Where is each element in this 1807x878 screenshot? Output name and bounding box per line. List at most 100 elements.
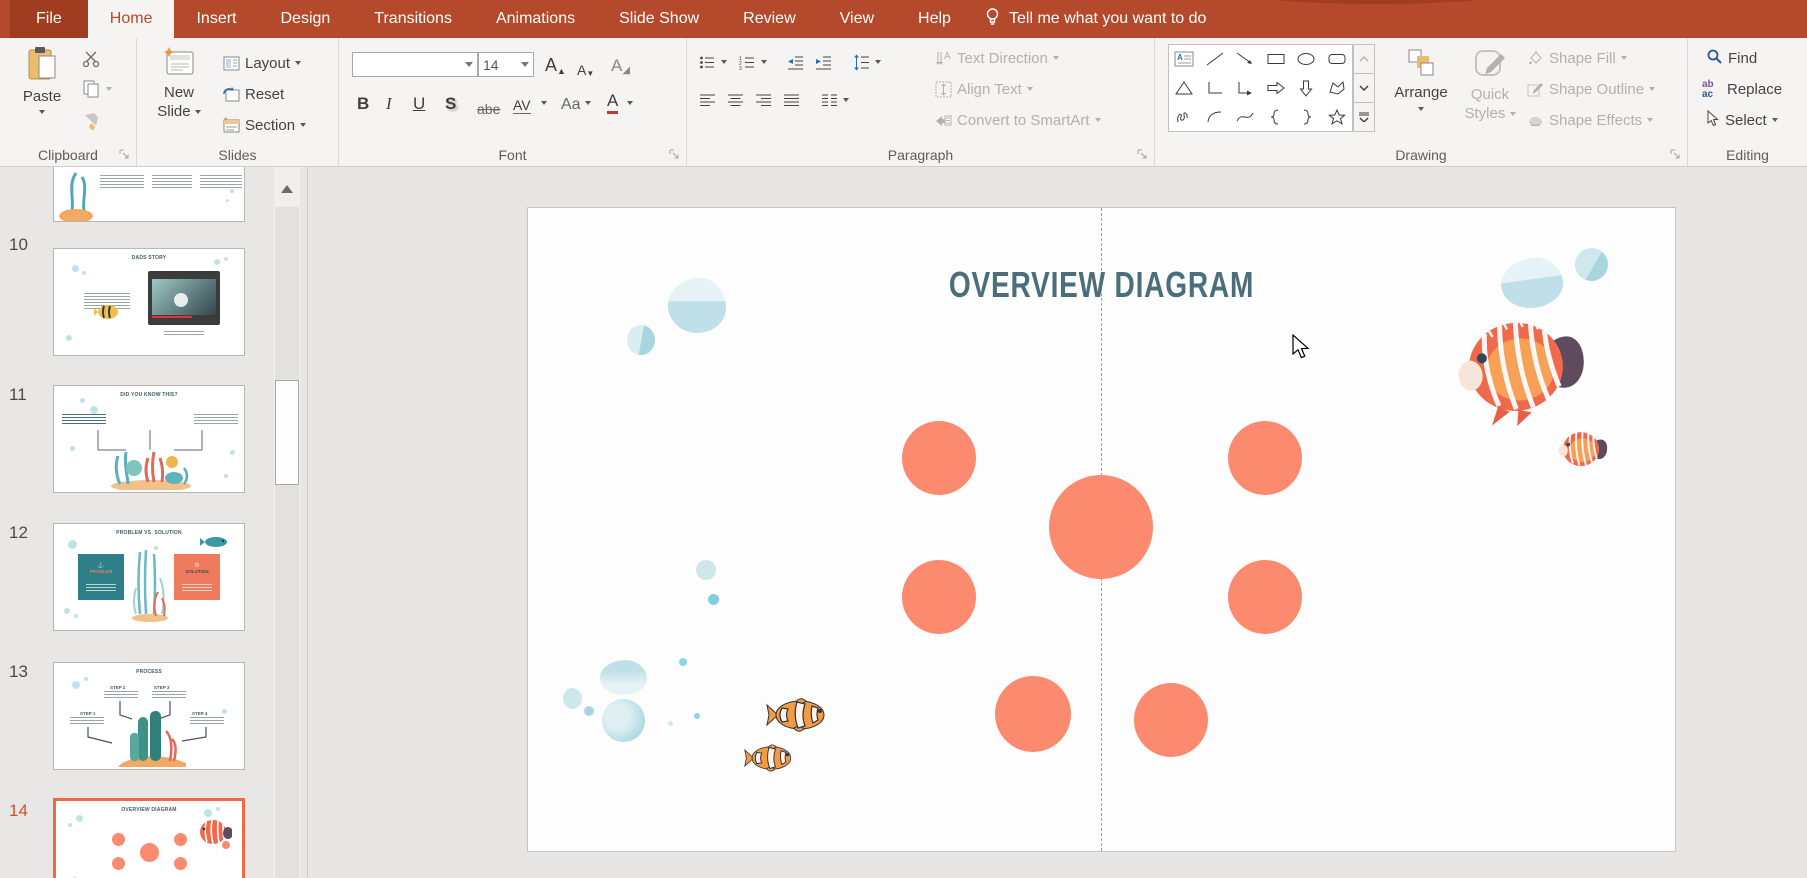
- align-text-button[interactable]: Align Text: [935, 77, 1033, 101]
- shape-curve[interactable]: [1230, 102, 1261, 131]
- shape-star[interactable]: [1322, 102, 1353, 131]
- shape-right-brace[interactable]: [1291, 102, 1322, 131]
- tab-slideshow[interactable]: Slide Show: [597, 0, 721, 38]
- decrease-indent-button[interactable]: [787, 50, 804, 74]
- numbering-button[interactable]: 123: [739, 50, 767, 74]
- select-button[interactable]: Select: [1706, 108, 1778, 132]
- bold-button[interactable]: B: [357, 90, 369, 114]
- cut-button[interactable]: [82, 50, 102, 73]
- tab-insert[interactable]: Insert: [174, 0, 258, 38]
- paste-button[interactable]: Paste: [16, 46, 68, 114]
- tab-help[interactable]: Help: [896, 0, 973, 38]
- line-spacing-button[interactable]: [853, 50, 881, 74]
- change-case-dropdown[interactable]: [585, 101, 591, 105]
- shape-line[interactable]: [1200, 45, 1231, 74]
- panel-scrollbar-thumb[interactable]: [275, 380, 299, 485]
- font-color-dropdown[interactable]: [627, 101, 633, 105]
- slide-circle[interactable]: [995, 676, 1071, 752]
- layout-button[interactable]: Layout: [223, 51, 302, 75]
- slide-circle[interactable]: [902, 421, 976, 495]
- shape-line-arrow[interactable]: [1230, 45, 1261, 74]
- slide-circle[interactable]: [1228, 421, 1302, 495]
- slide-circle[interactable]: [1228, 560, 1302, 634]
- font-size-select[interactable]: 14: [478, 52, 534, 77]
- replace-button[interactable]: ab ac Replace: [1702, 77, 1782, 101]
- slide-thumbnail-13[interactable]: PROCESS STEP 2 STEP 3 STEP 1 STEP 4: [53, 662, 245, 770]
- shapes-gallery-more[interactable]: [1353, 103, 1375, 132]
- shape-oval[interactable]: [1291, 45, 1322, 74]
- slide-thumbnail-9-partial[interactable]: [53, 167, 245, 222]
- character-spacing-button[interactable]: AV: [513, 90, 531, 114]
- format-painter-button[interactable]: [82, 112, 100, 137]
- shape-rectangle[interactable]: [1261, 45, 1292, 74]
- text-shadow-button[interactable]: S: [445, 90, 456, 114]
- reset-button[interactable]: Reset: [223, 82, 284, 106]
- slide-circle[interactable]: [1134, 683, 1208, 757]
- clipboard-dialog-launcher[interactable]: [118, 148, 131, 161]
- align-center-button[interactable]: [727, 88, 744, 112]
- shape-arc[interactable]: [1200, 102, 1231, 131]
- columns-button[interactable]: [821, 88, 849, 112]
- italic-button[interactable]: I: [386, 90, 392, 114]
- shape-triangle[interactable]: [1169, 74, 1200, 103]
- tab-animations[interactable]: Animations: [474, 0, 597, 38]
- quick-styles-button[interactable]: Quick Styles: [1459, 48, 1521, 123]
- shape-scribble[interactable]: [1169, 102, 1200, 131]
- change-case-button[interactable]: Aa: [561, 90, 581, 114]
- slide-title[interactable]: OVERVIEW DIAGRAM: [654, 264, 1549, 306]
- slide-thumbnail-10[interactable]: DADS STORY: [53, 248, 245, 356]
- shrink-font-button[interactable]: A ▼: [577, 54, 594, 78]
- font-color-button[interactable]: A: [607, 90, 619, 114]
- drawing-dialog-launcher[interactable]: [1669, 148, 1682, 161]
- increase-indent-button[interactable]: [815, 50, 832, 74]
- grow-font-button[interactable]: A ▲: [545, 52, 566, 76]
- arrange-button[interactable]: Arrange: [1387, 48, 1455, 111]
- clear-formatting-button[interactable]: A ◢: [611, 52, 630, 76]
- panel-scroll-up-button[interactable]: [275, 173, 299, 205]
- font-dialog-launcher[interactable]: [668, 148, 681, 161]
- align-left-button[interactable]: [699, 88, 716, 112]
- section-button[interactable]: Section: [223, 113, 307, 137]
- shape-rounded-rectangle[interactable]: [1322, 45, 1353, 74]
- shape-fill-button[interactable]: Shape Fill: [1527, 46, 1627, 70]
- align-right-button[interactable]: [755, 88, 772, 112]
- copy-button[interactable]: [82, 80, 112, 103]
- strikethrough-button[interactable]: abe: [477, 93, 500, 117]
- slide-thumbnail-11[interactable]: DID YOU KNOW THIS?: [53, 385, 245, 493]
- shape-elbow[interactable]: [1200, 74, 1231, 103]
- find-button[interactable]: Find: [1706, 46, 1757, 70]
- new-slide-button[interactable]: New Slide: [149, 46, 209, 121]
- tell-me-box[interactable]: Tell me what you want to do: [985, 0, 1206, 38]
- tab-view[interactable]: View: [818, 0, 896, 38]
- panel-scrollbar[interactable]: [274, 167, 300, 878]
- slide-circle[interactable]: [902, 560, 976, 634]
- shape-effects-button[interactable]: Shape Effects: [1527, 108, 1654, 132]
- underline-button[interactable]: U: [413, 90, 425, 114]
- shape-elbow-arrow[interactable]: [1230, 74, 1261, 103]
- shape-down-arrow[interactable]: [1291, 74, 1322, 103]
- convert-smartart-button[interactable]: Convert to SmartArt: [935, 108, 1101, 132]
- editor-canvas[interactable]: OVERVIEW DIAGRAM: [308, 167, 1807, 878]
- slide-thumbnail-14[interactable]: OVERVIEW DIAGRAM: [53, 798, 245, 878]
- tab-file[interactable]: File: [10, 0, 88, 38]
- font-name-select[interactable]: [352, 52, 478, 77]
- tab-design[interactable]: Design: [258, 0, 352, 38]
- shapes-scroll-up[interactable]: [1353, 44, 1375, 74]
- shape-left-brace[interactable]: [1261, 102, 1292, 131]
- shapes-scroll-down[interactable]: [1353, 74, 1375, 103]
- paragraph-dialog-launcher[interactable]: [1136, 148, 1149, 161]
- shape-right-arrow[interactable]: [1261, 74, 1292, 103]
- slide-thumbnail-12[interactable]: PROBLEM VS. SOLUTION ⚓ PROBLEM ⚙ SOLUTIO…: [53, 523, 245, 631]
- character-spacing-dropdown[interactable]: [541, 101, 547, 105]
- shape-textbox[interactable]: A: [1169, 45, 1200, 74]
- tab-review[interactable]: Review: [721, 0, 817, 38]
- shape-outline-button[interactable]: Shape Outline: [1527, 77, 1656, 101]
- tab-home[interactable]: Home: [87, 0, 175, 38]
- justify-button[interactable]: [783, 88, 800, 112]
- slide-canvas[interactable]: OVERVIEW DIAGRAM: [527, 207, 1676, 852]
- text-direction-button[interactable]: A Text Direction: [935, 46, 1059, 70]
- slide-circle-large[interactable]: [1049, 475, 1153, 579]
- tab-transitions[interactable]: Transitions: [352, 0, 474, 38]
- shape-freeform[interactable]: [1322, 74, 1353, 103]
- bullets-button[interactable]: [699, 50, 727, 74]
